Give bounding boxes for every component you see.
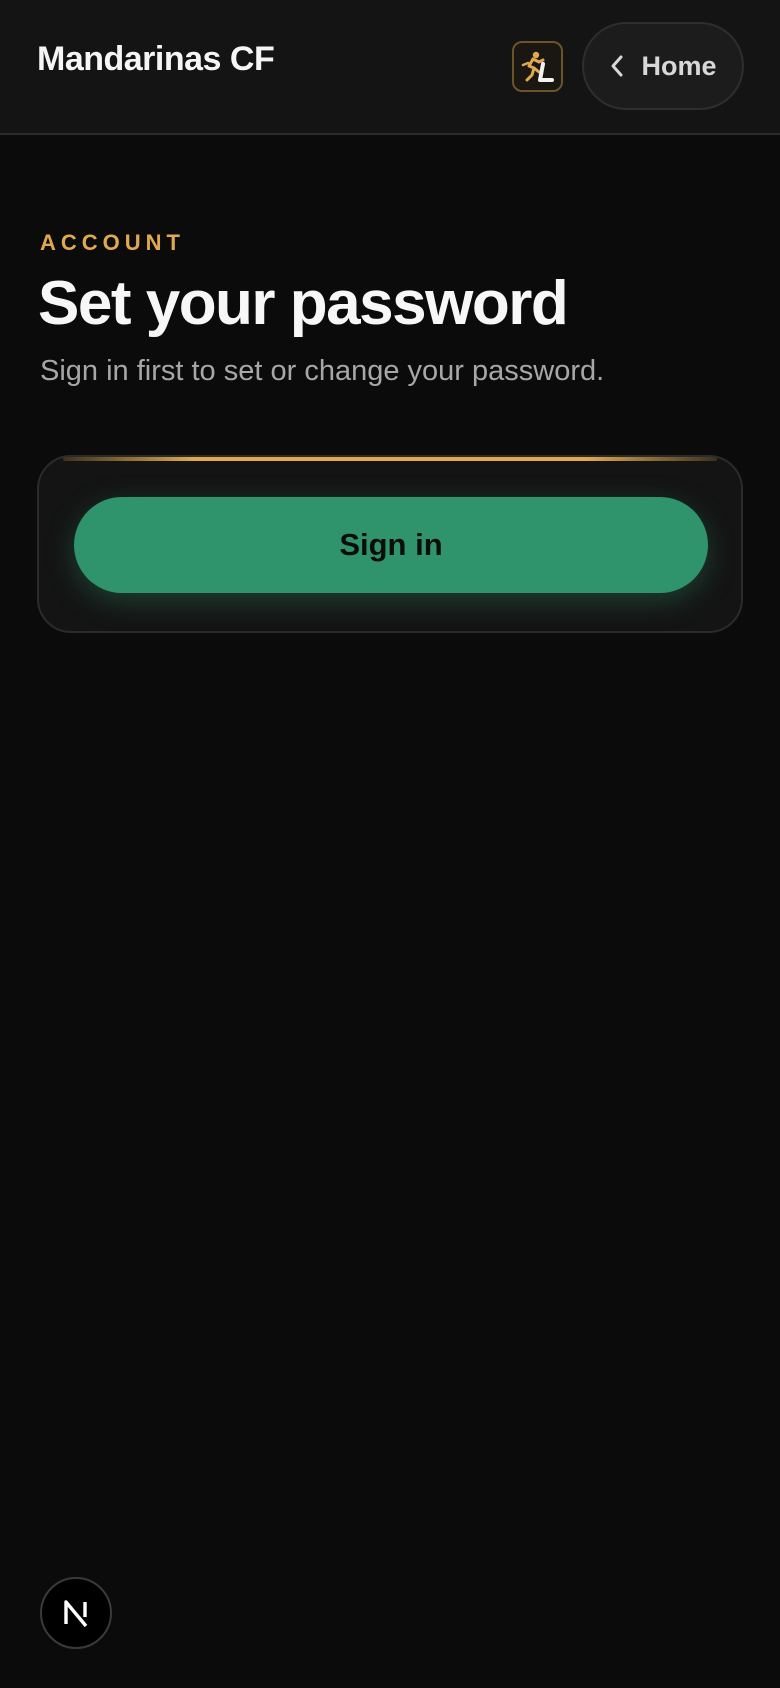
home-button[interactable]: Home (582, 22, 744, 110)
nextjs-logo-graphic (64, 1600, 88, 1628)
home-button-label: Home (641, 50, 717, 81)
runner-logo-icon[interactable] (512, 41, 563, 92)
signin-card: Sign in (37, 455, 743, 633)
runner-logo-graphic (521, 51, 554, 82)
chevron-left-icon (609, 54, 625, 78)
page-subtitle: Sign in first to set or change your pass… (40, 355, 605, 387)
sign-in-button[interactable]: Sign in (74, 497, 708, 593)
page-title: Set your password (38, 269, 569, 338)
brand-title: Mandarinas CF (37, 40, 275, 78)
card-accent-bar (63, 457, 717, 461)
section-eyebrow: ACCOUNT (40, 230, 185, 255)
top-header: Mandarinas CF Home (0, 0, 780, 135)
nextjs-icon[interactable] (40, 1577, 112, 1649)
